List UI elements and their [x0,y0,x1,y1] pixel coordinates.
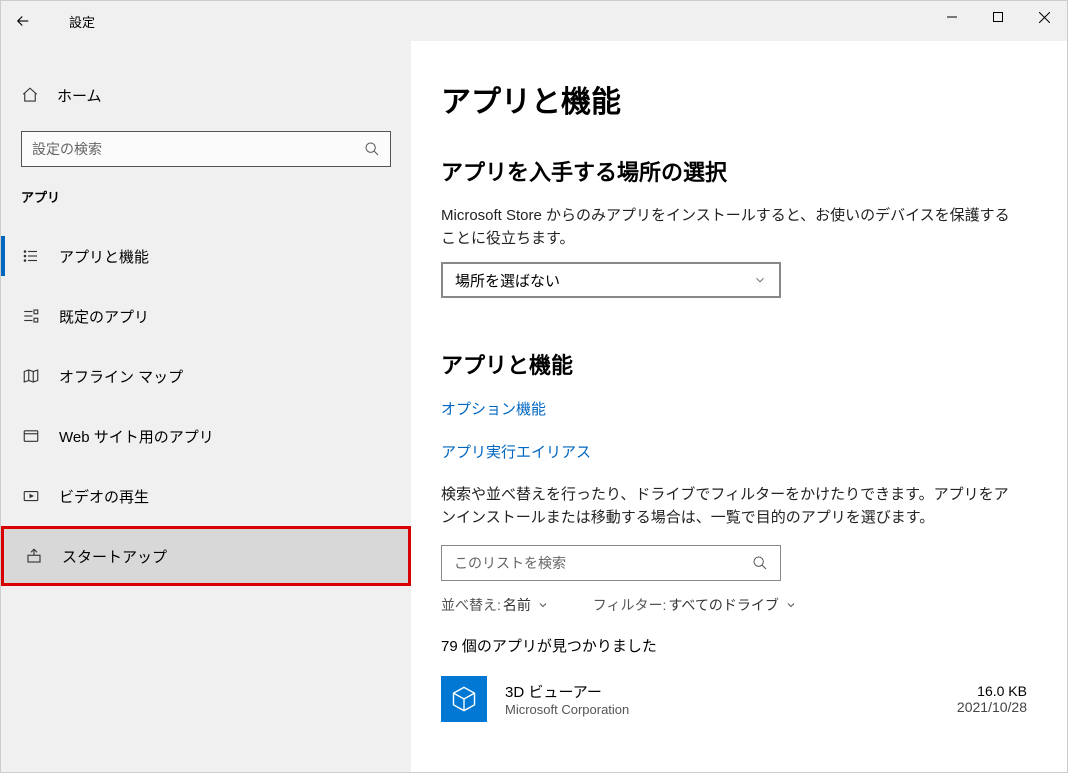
chevron-down-icon [785,599,797,611]
nav-startup[interactable]: スタートアップ [1,526,411,586]
close-button[interactable] [1021,1,1067,33]
nav-default-apps[interactable]: 既定のアプリ [1,286,411,346]
close-icon [1039,12,1050,23]
optional-features-link[interactable]: オプション機能 [441,398,1037,419]
app-list-item[interactable]: 3D ビューアー Microsoft Corporation 16.0 KB 2… [441,676,1037,722]
app-list-search[interactable] [441,545,781,581]
app-list-search-input[interactable] [454,555,752,571]
install-source-select[interactable]: 場所を選ばない [441,262,781,298]
arrow-left-icon [14,12,32,30]
section-label: アプリ [1,187,411,206]
window-controls [929,1,1067,33]
home-label: ホーム [57,85,102,106]
sort-filter-row: 並べ替え: 名前 フィルター: すべてのドライブ [441,595,1037,615]
search-icon [364,141,380,157]
app-icon [441,676,487,722]
app-alias-link[interactable]: アプリ実行エイリアス [441,441,1037,462]
nav-label: オフライン マップ [59,366,183,387]
app-size: 16.0 KB [957,683,1027,699]
nav-label: アプリと機能 [59,246,149,267]
home-icon [21,86,39,104]
filter-label: フィルター: [593,595,667,615]
apps-websites-icon [21,426,41,446]
nav-apps-features[interactable]: アプリと機能 [1,226,411,286]
maximize-button[interactable] [975,1,1021,33]
settings-search-input[interactable] [32,141,364,157]
startup-icon [24,546,44,566]
back-button[interactable] [1,1,45,41]
app-publisher: Microsoft Corporation [505,702,957,717]
apps-heading: アプリと機能 [441,348,1037,380]
nav-label: ビデオの再生 [59,486,149,507]
sort-label: 並べ替え: [441,595,501,615]
map-icon [21,366,41,386]
nav-label: Web サイト用のアプリ [59,426,214,447]
nav-label: 既定のアプリ [59,306,149,327]
list-description: 検索や並べ替えを行ったり、ドライブでフィルターをかけたりできます。アプリをアンイ… [441,484,1021,529]
main-content: アプリと機能 アプリを入手する場所の選択 Microsoft Store からの… [411,41,1067,772]
source-heading: アプリを入手する場所の選択 [441,155,1037,187]
cube-icon [450,685,478,713]
sort-dropdown[interactable]: 並べ替え: 名前 [441,595,549,615]
nav-apps-for-websites[interactable]: Web サイト用のアプリ [1,406,411,466]
chevron-down-icon [753,273,767,287]
nav-video-playback[interactable]: ビデオの再生 [1,466,411,526]
titlebar: 設定 [1,1,1067,41]
defaults-icon [21,306,41,326]
app-count: 79 個のアプリが見つかりました [441,635,1037,656]
sidebar: ホーム アプリ アプリと機能 既定のアプリ オフライン マップ Web サイト用… [1,41,411,772]
minimize-icon [947,12,957,22]
home-link[interactable]: ホーム [1,71,411,119]
nav-offline-maps[interactable]: オフライン マップ [1,346,411,406]
minimize-button[interactable] [929,1,975,33]
video-icon [21,486,41,506]
select-value: 場所を選ばない [455,270,560,291]
settings-search[interactable] [21,131,391,167]
maximize-icon [993,12,1003,22]
source-description: Microsoft Store からのみアプリをインストールすると、お使いのデバ… [441,205,1021,250]
nav-label: スタートアップ [62,546,167,567]
list-icon [21,246,41,266]
filter-dropdown[interactable]: フィルター: すべてのドライブ [593,595,797,615]
page-title: アプリと機能 [441,77,1037,121]
window-title: 設定 [69,12,95,31]
chevron-down-icon [537,599,549,611]
app-name: 3D ビューアー [505,681,957,702]
filter-value: すべてのドライブ [668,595,778,615]
app-date: 2021/10/28 [957,699,1027,715]
search-icon [752,555,768,571]
sort-value: 名前 [503,595,531,615]
